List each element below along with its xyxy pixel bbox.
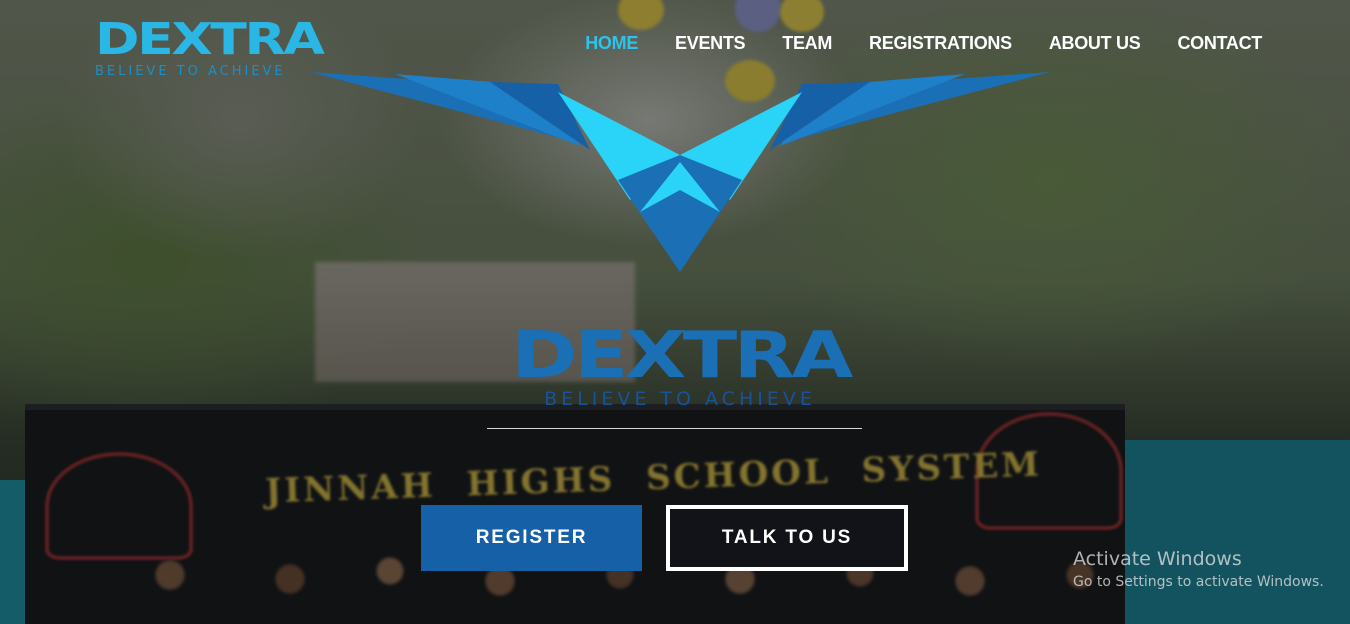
nav-item-contact[interactable]: CONTACT [1177, 33, 1262, 54]
nav-item-team[interactable]: TEAM [782, 33, 832, 54]
activate-windows-watermark: Activate Windows Go to Settings to activ… [1073, 548, 1324, 590]
nav-item-events[interactable]: EVENTS [675, 33, 746, 54]
header-logo[interactable]: DEXTRA BELIEVE TO ACHIEVE [95, 14, 330, 80]
watermark-subtitle: Go to Settings to activate Windows. [1073, 574, 1324, 590]
nav-item-about-us[interactable]: ABOUT US [1049, 33, 1141, 54]
register-button[interactable]: REGISTER [421, 505, 642, 571]
nav-item-registrations[interactable]: REGISTRATIONS [869, 33, 1012, 54]
hero-logo-wordmark: DEXTRA [510, 319, 853, 393]
wing-emblem-icon [310, 72, 1050, 272]
header-logo-wordmark: DEXTRA [95, 14, 325, 65]
watermark-title: Activate Windows [1073, 548, 1242, 570]
talk-to-us-button[interactable]: TALK TO US [666, 505, 908, 571]
header-logo-tagline: BELIEVE TO ACHIEVE [95, 64, 286, 79]
nav-item-home[interactable]: HOME [585, 33, 638, 54]
hero-divider [487, 428, 862, 429]
main-nav: HOME EVENTS TEAM REGISTRATIONS ABOUT US … [548, 33, 1262, 54]
hero-logo: DEXTRA BELIEVE TO ACHIEVE [490, 319, 870, 410]
